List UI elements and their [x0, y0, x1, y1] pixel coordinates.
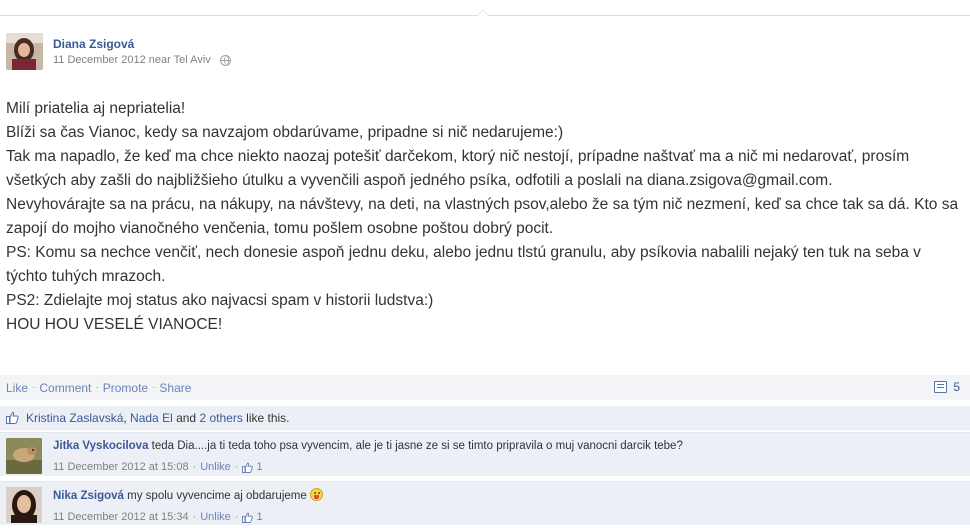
smiley-emoji-icon — [309, 488, 323, 501]
thumbs-up-icon — [6, 411, 19, 424]
likes-and: and — [172, 410, 200, 425]
separator-dot: · — [192, 461, 197, 473]
comment-count[interactable]: 5 — [934, 380, 960, 394]
comment-timestamp[interactable]: 11 December 2012 at 15:34 — [53, 510, 189, 525]
separator-dot: · — [32, 382, 36, 393]
comment-like-count[interactable]: 1 — [256, 510, 262, 525]
globe-icon[interactable] — [219, 55, 231, 66]
likes-suffix: like this. — [242, 410, 290, 425]
separator-dot: · — [95, 382, 99, 393]
comment-text: my spolu vyvencime aj obdarujeme — [123, 490, 307, 502]
comment-bubble-icon — [934, 381, 948, 393]
commenter-name-link[interactable]: Nika Zsigová — [53, 490, 124, 502]
author-avatar[interactable] — [6, 33, 43, 70]
liker-link-nada[interactable]: Nada El — [130, 411, 173, 425]
share-link[interactable]: Share — [159, 381, 191, 395]
comment-link[interactable]: Comment — [39, 381, 91, 395]
post-timestamp-location[interactable]: 11 December 2012 near Tel Aviv — [53, 54, 211, 67]
likes-others-link[interactable]: 2 others — [199, 411, 242, 425]
liker-link-kristina[interactable]: Kristina Zaslavská — [26, 411, 123, 425]
post-header: Diana Zsigová 11 December 2012 near Tel … — [6, 33, 231, 73]
action-bar: Like · Comment · Promote · Share 5 — [0, 375, 970, 400]
comment-timestamp[interactable]: 11 December 2012 at 15:08 — [53, 460, 189, 475]
promote-link[interactable]: Promote — [103, 381, 148, 395]
separator-dot: · — [234, 511, 239, 523]
comment-text: teda Dia....ja ti teda toho psa vyvencim… — [148, 440, 683, 452]
thumbs-up-icon — [242, 512, 254, 523]
comment-content: Jitka Vyskocilova teda Dia....ja ti teda… — [53, 439, 683, 475]
post-line-request: Tak ma napadlo, že keď ma chce niekto na… — [6, 148, 910, 189]
commenter-name-link[interactable]: Jitka Vyskocilova — [53, 440, 148, 452]
separator-dot: · — [152, 382, 156, 393]
author-block: Diana Zsigová 11 December 2012 near Tel … — [53, 33, 231, 73]
comment-like-count[interactable]: 1 — [256, 460, 262, 475]
post-line-ps: PS: Komu sa nechce venčiť, nech donesie … — [6, 244, 921, 285]
likes-separator: , — [123, 410, 131, 425]
separator-dot: · — [192, 511, 197, 523]
comment-meta: 11 December 2012 at 15:34 · Unlike · 1 — [53, 510, 323, 525]
comment-count-value: 5 — [953, 380, 960, 394]
post-line-christmas: Blíži sa čas Vianoc, kedy sa navzajom ob… — [6, 124, 564, 141]
comment-item: Jitka Vyskocilova teda Dia....ja ti teda… — [0, 432, 970, 476]
post-meta: 11 December 2012 near Tel Aviv — [53, 54, 231, 67]
unlike-link[interactable]: Unlike — [200, 460, 231, 475]
likes-summary: Kristina Zaslavská , Nada El and 2 other… — [0, 406, 970, 430]
author-name-link[interactable]: Diana Zsigová — [53, 37, 231, 51]
caret-up-icon — [477, 9, 489, 16]
post-line-closing: HOU HOU VESELÉ VIANOCE! — [6, 316, 223, 333]
post-line-greeting: Milí priatelia aj nepriatelia! — [6, 100, 186, 117]
comment-meta: 11 December 2012 at 15:08 · Unlike · 1 — [53, 460, 683, 475]
post-body: Milí priatelia aj nepriatelia! Blíži sa … — [6, 97, 961, 337]
thumbs-up-icon — [242, 462, 254, 473]
unlike-link[interactable]: Unlike — [200, 510, 231, 525]
separator-dot: · — [234, 461, 239, 473]
commenter-avatar[interactable] — [6, 487, 42, 523]
comment-content: Nika Zsigová my spolu vyvencime aj obdar… — [53, 488, 323, 525]
post-line-ps2: PS2: Zdielajte moj status ako najvacsi s… — [6, 292, 434, 309]
like-link[interactable]: Like — [6, 381, 28, 395]
commenter-avatar[interactable] — [6, 438, 42, 474]
post-line-no-excuses: Nevyhovárajte sa na prácu, na nákupy, na… — [6, 196, 959, 237]
comment-item: Nika Zsigová my spolu vyvencime aj obdar… — [0, 481, 970, 525]
